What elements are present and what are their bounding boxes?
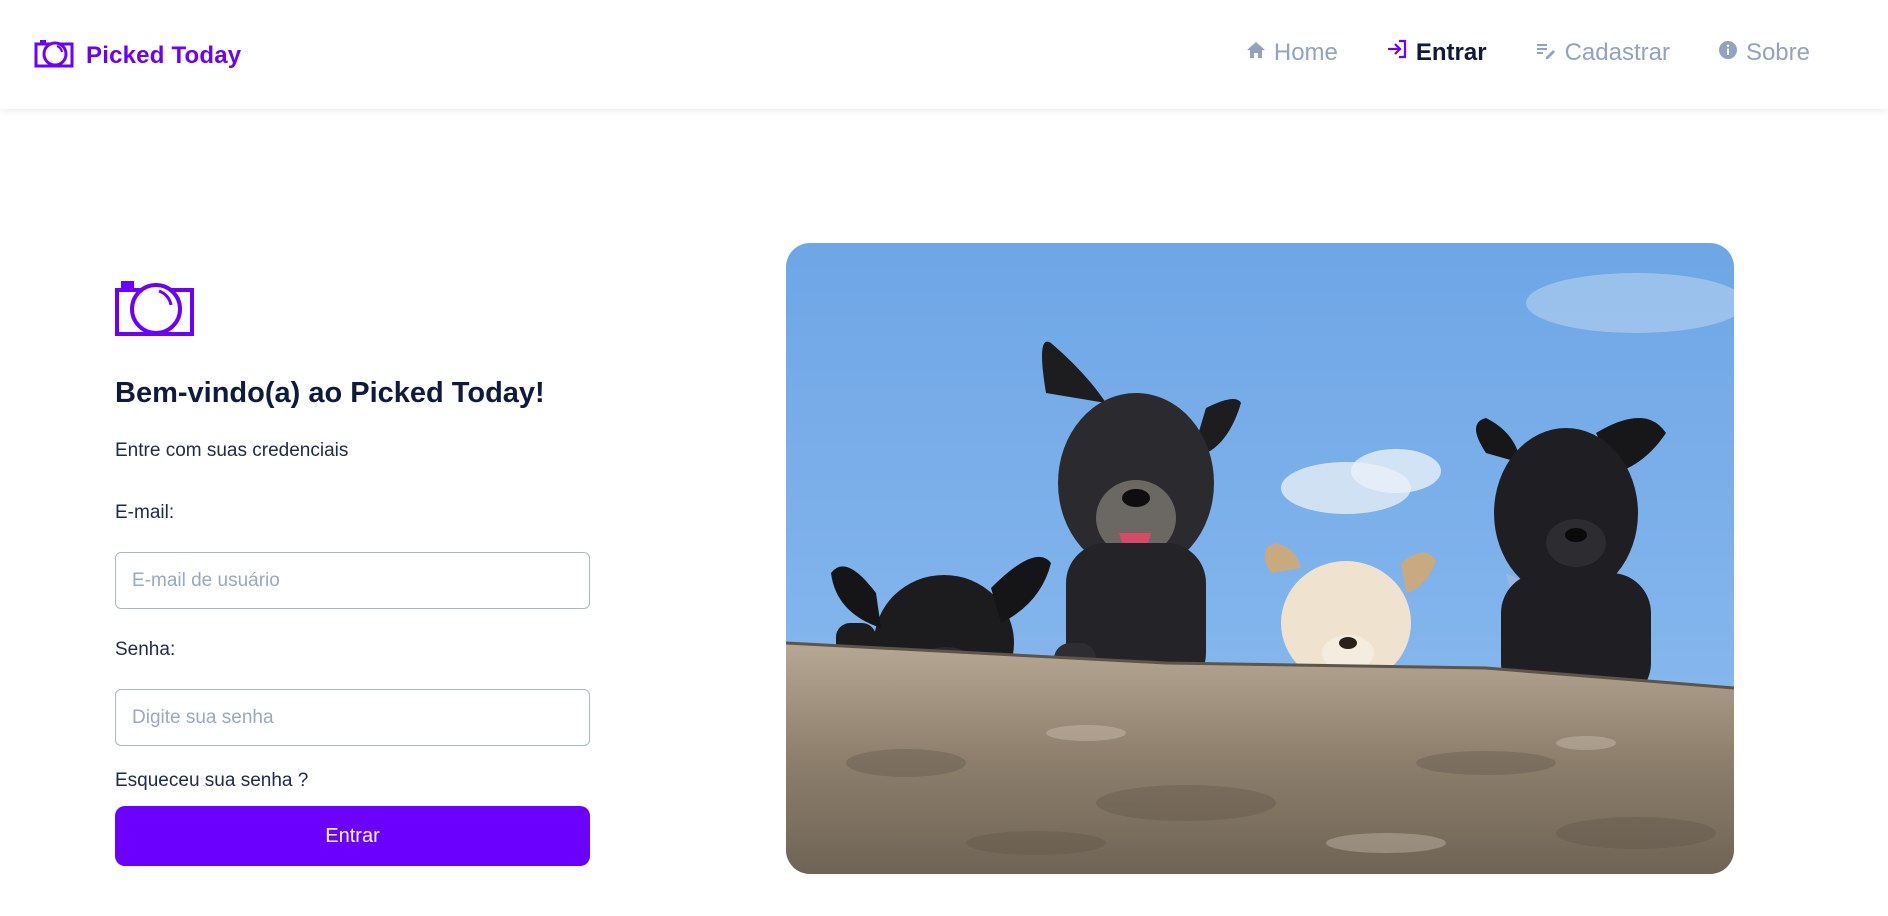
- page-subtitle: Entre com suas credenciais: [115, 440, 349, 461]
- camera-icon: [115, 278, 590, 343]
- nav-item-sobre[interactable]: Sobre: [1718, 39, 1810, 67]
- login-icon: [1386, 38, 1408, 67]
- email-field[interactable]: [115, 552, 590, 609]
- password-label: Senha:: [115, 639, 176, 660]
- brand-name: Picked Today: [86, 41, 242, 69]
- nav-item-label: Entrar: [1415, 38, 1487, 66]
- edit-list-icon: [1535, 39, 1557, 67]
- password-field[interactable]: [115, 689, 590, 746]
- nav-item-entrar[interactable]: Entrar: [1386, 38, 1487, 67]
- login-submit-button[interactable]: Entrar: [115, 806, 590, 866]
- top-navbar: Picked Today Home Entrar Cadastrar Sobre: [0, 0, 1888, 109]
- nav-item-label: Sobre: [1745, 38, 1810, 66]
- brand-link[interactable]: Picked Today: [34, 38, 241, 73]
- main-nav: Home Entrar Cadastrar Sobre: [1246, 38, 1810, 67]
- hero-photo: [786, 243, 1734, 874]
- camera-icon: [34, 38, 74, 73]
- nav-item-cadastrar[interactable]: Cadastrar: [1535, 39, 1670, 67]
- nav-item-label: Home: [1273, 38, 1338, 66]
- nav-item-home[interactable]: Home: [1246, 39, 1338, 67]
- email-label: E-mail:: [115, 502, 175, 523]
- page-title: Bem-vindo(a) ao Picked Today!: [115, 377, 545, 409]
- home-icon: [1246, 39, 1266, 67]
- login-panel: Bem-vindo(a) ao Picked Today! Entre com …: [115, 278, 590, 866]
- info-icon: [1718, 39, 1738, 67]
- nav-item-label: Cadastrar: [1564, 38, 1670, 66]
- forgot-password-link[interactable]: Esqueceu sua senha ?: [115, 770, 590, 792]
